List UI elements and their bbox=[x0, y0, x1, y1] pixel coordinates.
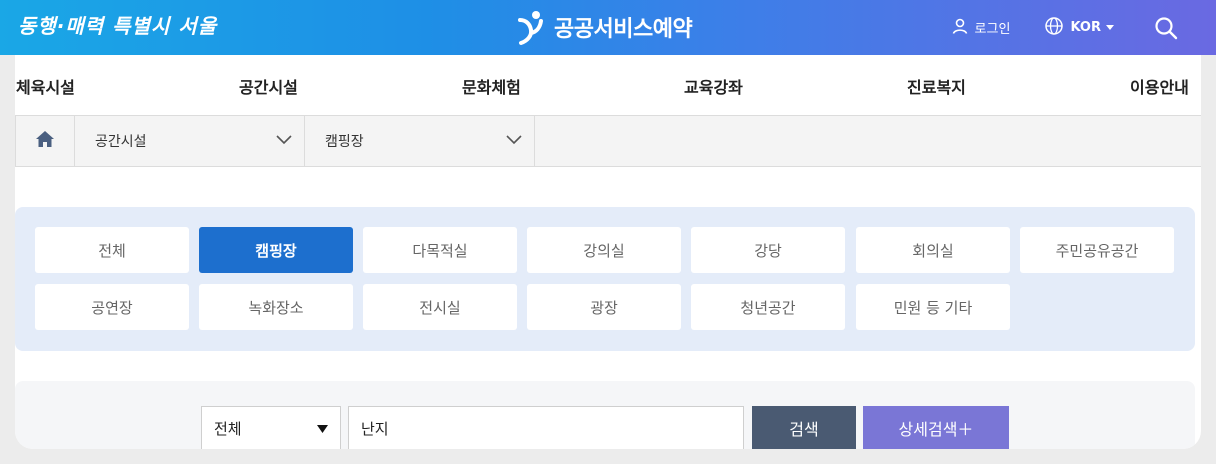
nav-item-guide[interactable]: 이용안내 bbox=[1130, 74, 1189, 98]
nav-item-sports[interactable]: 체육시설 bbox=[16, 74, 75, 98]
globe-icon bbox=[1044, 16, 1070, 40]
top-header: 동행·매력 특별시 서울 공공서비스예약 로그인 KOR bbox=[0, 0, 1216, 55]
category-lecture-room[interactable]: 강의실 bbox=[527, 227, 681, 273]
breadcrumb-select-level2[interactable]: 캠핑장 bbox=[305, 116, 535, 166]
content-card: 체육시설 공간시설 문화체험 교육강좌 진료복지 이용안내 공간시설 캠핑장 전… bbox=[15, 55, 1201, 449]
caret-down-icon bbox=[317, 419, 328, 437]
chevron-down-icon bbox=[276, 133, 292, 149]
category-panel: 전체 캠핑장 다목적실 강의실 강당 회의실 주민공유공간 공연장 녹화장소 전… bbox=[15, 207, 1195, 351]
search-scope-select[interactable]: 전체 bbox=[201, 406, 341, 449]
brand-mark-icon bbox=[512, 8, 550, 46]
main-nav: 체육시설 공간시설 문화체험 교육강좌 진료복지 이용안내 bbox=[15, 55, 1201, 115]
detail-search-button[interactable]: 상세검색＋ bbox=[863, 406, 1009, 449]
home-icon bbox=[35, 130, 55, 152]
login-link[interactable]: 로그인 bbox=[951, 17, 1011, 39]
category-other[interactable]: 민원 등 기타 bbox=[856, 284, 1010, 330]
chevron-down-icon bbox=[506, 133, 522, 149]
nav-item-education[interactable]: 교육강좌 bbox=[684, 74, 743, 98]
brand-logo[interactable]: 공공서비스예약 bbox=[512, 8, 693, 46]
category-youth-space[interactable]: 청년공간 bbox=[691, 284, 845, 330]
breadcrumb: 공간시설 캠핑장 bbox=[15, 115, 1201, 167]
user-icon bbox=[951, 17, 975, 39]
search-input[interactable] bbox=[348, 406, 744, 449]
category-camping[interactable]: 캠핑장 bbox=[199, 227, 353, 273]
page: 동행·매력 특별시 서울 공공서비스예약 로그인 KOR 체육시설 공간시설 문… bbox=[0, 0, 1216, 464]
nav-item-medical[interactable]: 진료복지 bbox=[907, 74, 966, 98]
brand-name: 공공서비스예약 bbox=[554, 17, 693, 42]
nav-item-space[interactable]: 공간시설 bbox=[239, 74, 298, 98]
language-selector[interactable]: KOR bbox=[1044, 16, 1120, 40]
nav-item-culture[interactable]: 문화체험 bbox=[462, 74, 521, 98]
category-auditorium[interactable]: 강당 bbox=[691, 227, 845, 273]
breadcrumb-level1-label: 공간시설 bbox=[95, 134, 147, 150]
category-shared-space[interactable]: 주민공유공간 bbox=[1020, 227, 1174, 273]
category-multipurpose[interactable]: 다목적실 bbox=[363, 227, 517, 273]
search-scope-value: 전체 bbox=[214, 419, 242, 438]
search-icon[interactable] bbox=[1154, 16, 1178, 40]
seoul-slogan[interactable]: 동행·매력 특별시 서울 bbox=[18, 10, 217, 39]
category-all[interactable]: 전체 bbox=[35, 227, 189, 273]
search-panel: 전체 검색 상세검색＋ bbox=[15, 381, 1195, 449]
language-label: KOR bbox=[1070, 20, 1101, 35]
search-button[interactable]: 검색 bbox=[752, 406, 856, 449]
category-plaza[interactable]: 광장 bbox=[527, 284, 681, 330]
category-meeting-room[interactable]: 회의실 bbox=[856, 227, 1010, 273]
login-label: 로그인 bbox=[974, 22, 1011, 37]
top-actions: 로그인 KOR bbox=[951, 0, 1216, 55]
category-recording-place[interactable]: 녹화장소 bbox=[199, 284, 353, 330]
breadcrumb-level2-label: 캠핑장 bbox=[325, 134, 364, 150]
breadcrumb-home[interactable] bbox=[15, 116, 75, 166]
caret-down-icon bbox=[1106, 20, 1120, 35]
breadcrumb-select-level1[interactable]: 공간시설 bbox=[75, 116, 305, 166]
category-exhibition-hall[interactable]: 전시실 bbox=[363, 284, 517, 330]
category-concert-hall[interactable]: 공연장 bbox=[35, 284, 189, 330]
